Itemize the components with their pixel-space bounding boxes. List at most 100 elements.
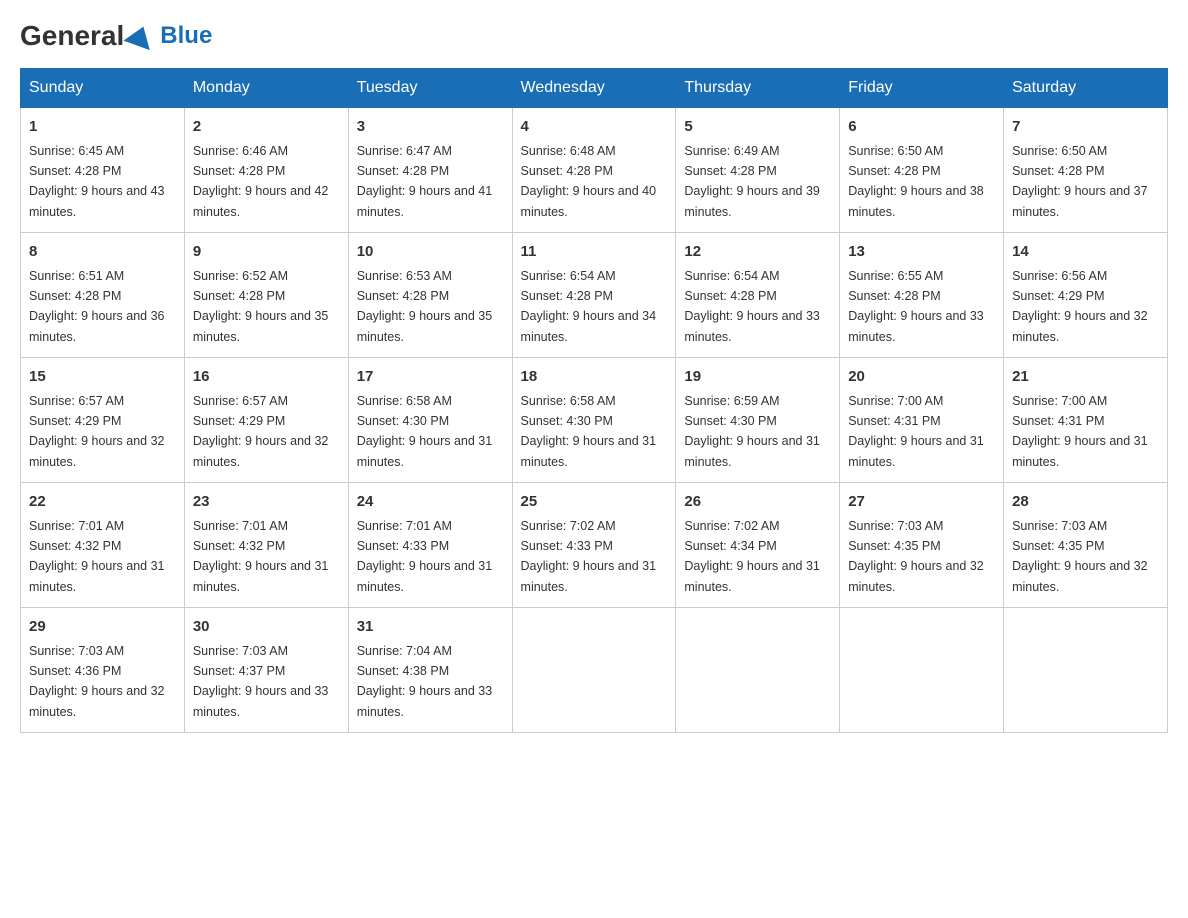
day-info: Sunrise: 6:46 AMSunset: 4:28 PMDaylight:… bbox=[193, 144, 329, 219]
day-number: 12 bbox=[684, 241, 831, 264]
day-info: Sunrise: 6:45 AMSunset: 4:28 PMDaylight:… bbox=[29, 144, 165, 219]
logo-blue-text: Blue bbox=[160, 22, 212, 50]
calendar-cell: 15 Sunrise: 6:57 AMSunset: 4:29 PMDayligh… bbox=[21, 358, 185, 483]
day-info: Sunrise: 6:52 AMSunset: 4:28 PMDaylight:… bbox=[193, 269, 329, 344]
day-info: Sunrise: 6:54 AMSunset: 4:28 PMDaylight:… bbox=[521, 269, 657, 344]
day-number: 3 bbox=[357, 116, 504, 139]
calendar-week-row: 8 Sunrise: 6:51 AMSunset: 4:28 PMDaylight… bbox=[21, 233, 1168, 358]
day-number: 27 bbox=[848, 491, 995, 514]
calendar-cell: 17 Sunrise: 6:58 AMSunset: 4:30 PMDayligh… bbox=[348, 358, 512, 483]
day-number: 5 bbox=[684, 116, 831, 139]
day-number: 20 bbox=[848, 366, 995, 389]
day-info: Sunrise: 7:04 AMSunset: 4:38 PMDaylight:… bbox=[357, 644, 493, 719]
calendar-cell bbox=[676, 608, 840, 733]
day-info: Sunrise: 7:02 AMSunset: 4:34 PMDaylight:… bbox=[684, 519, 820, 594]
day-number: 18 bbox=[521, 366, 668, 389]
calendar-cell: 29Sunrise: 7:03 AMSunset: 4:36 PMDayligh… bbox=[21, 608, 185, 733]
day-info: Sunrise: 7:03 AMSunset: 4:35 PMDaylight:… bbox=[1012, 519, 1148, 594]
column-header-monday: Monday bbox=[184, 69, 348, 108]
day-number: 13 bbox=[848, 241, 995, 264]
calendar-table: SundayMondayTuesdayWednesdayThursdayFrid… bbox=[20, 68, 1168, 733]
day-info: Sunrise: 7:03 AMSunset: 4:35 PMDaylight:… bbox=[848, 519, 984, 594]
calendar-body: 1 Sunrise: 6:45 AMSunset: 4:28 PMDaylight… bbox=[21, 108, 1168, 733]
calendar-cell: 23 Sunrise: 7:01 AMSunset: 4:32 PMDayligh… bbox=[184, 483, 348, 608]
calendar-cell: 1 Sunrise: 6:45 AMSunset: 4:28 PMDaylight… bbox=[21, 108, 185, 233]
day-number: 28 bbox=[1012, 491, 1159, 514]
day-info: Sunrise: 6:57 AMSunset: 4:29 PMDaylight:… bbox=[193, 394, 329, 469]
day-number: 1 bbox=[29, 116, 176, 139]
calendar-cell: 5 Sunrise: 6:49 AMSunset: 4:28 PMDaylight… bbox=[676, 108, 840, 233]
day-info: Sunrise: 6:58 AMSunset: 4:30 PMDaylight:… bbox=[521, 394, 657, 469]
day-info: Sunrise: 6:59 AMSunset: 4:30 PMDaylight:… bbox=[684, 394, 820, 469]
day-info: Sunrise: 7:00 AMSunset: 4:31 PMDaylight:… bbox=[1012, 394, 1148, 469]
calendar-cell: 12 Sunrise: 6:54 AMSunset: 4:28 PMDayligh… bbox=[676, 233, 840, 358]
day-number: 19 bbox=[684, 366, 831, 389]
column-header-thursday: Thursday bbox=[676, 69, 840, 108]
calendar-week-row: 22 Sunrise: 7:01 AMSunset: 4:32 PMDayligh… bbox=[21, 483, 1168, 608]
day-number: 17 bbox=[357, 366, 504, 389]
column-header-saturday: Saturday bbox=[1004, 69, 1168, 108]
day-info: Sunrise: 6:58 AMSunset: 4:30 PMDaylight:… bbox=[357, 394, 493, 469]
logo: General Blue bbox=[20, 20, 212, 52]
calendar-header-row: SundayMondayTuesdayWednesdayThursdayFrid… bbox=[21, 69, 1168, 108]
calendar-cell: 2 Sunrise: 6:46 AMSunset: 4:28 PMDaylight… bbox=[184, 108, 348, 233]
calendar-week-row: 1 Sunrise: 6:45 AMSunset: 4:28 PMDaylight… bbox=[21, 108, 1168, 233]
day-number: 16 bbox=[193, 366, 340, 389]
calendar-cell: 6Sunrise: 6:50 AMSunset: 4:28 PMDaylight… bbox=[840, 108, 1004, 233]
calendar-cell: 3Sunrise: 6:47 AMSunset: 4:28 PMDaylight… bbox=[348, 108, 512, 233]
day-info: Sunrise: 6:55 AMSunset: 4:28 PMDaylight:… bbox=[848, 269, 984, 344]
calendar-week-row: 15 Sunrise: 6:57 AMSunset: 4:29 PMDayligh… bbox=[21, 358, 1168, 483]
day-number: 15 bbox=[29, 366, 176, 389]
calendar-cell: 26Sunrise: 7:02 AMSunset: 4:34 PMDayligh… bbox=[676, 483, 840, 608]
calendar-cell: 22 Sunrise: 7:01 AMSunset: 4:32 PMDayligh… bbox=[21, 483, 185, 608]
logo-general-text: General bbox=[20, 20, 124, 52]
calendar-cell: 24 Sunrise: 7:01 AMSunset: 4:33 PMDayligh… bbox=[348, 483, 512, 608]
day-info: Sunrise: 7:03 AMSunset: 4:37 PMDaylight:… bbox=[193, 644, 329, 719]
day-info: Sunrise: 7:01 AMSunset: 4:32 PMDaylight:… bbox=[193, 519, 329, 594]
calendar-cell: 18 Sunrise: 6:58 AMSunset: 4:30 PMDayligh… bbox=[512, 358, 676, 483]
calendar-cell: 9 Sunrise: 6:52 AMSunset: 4:28 PMDaylight… bbox=[184, 233, 348, 358]
day-info: Sunrise: 6:51 AMSunset: 4:28 PMDaylight:… bbox=[29, 269, 165, 344]
column-header-tuesday: Tuesday bbox=[348, 69, 512, 108]
day-number: 7 bbox=[1012, 116, 1159, 139]
day-info: Sunrise: 6:50 AMSunset: 4:28 PMDaylight:… bbox=[1012, 144, 1148, 219]
column-header-friday: Friday bbox=[840, 69, 1004, 108]
calendar-cell: 30 Sunrise: 7:03 AMSunset: 4:37 PMDayligh… bbox=[184, 608, 348, 733]
day-info: Sunrise: 6:56 AMSunset: 4:29 PMDaylight:… bbox=[1012, 269, 1148, 344]
calendar-cell: 14 Sunrise: 6:56 AMSunset: 4:29 PMDayligh… bbox=[1004, 233, 1168, 358]
day-number: 22 bbox=[29, 491, 176, 514]
calendar-cell: 13 Sunrise: 6:55 AMSunset: 4:28 PMDayligh… bbox=[840, 233, 1004, 358]
calendar-cell: 19 Sunrise: 6:59 AMSunset: 4:30 PMDayligh… bbox=[676, 358, 840, 483]
column-header-sunday: Sunday bbox=[21, 69, 185, 108]
day-number: 8 bbox=[29, 241, 176, 264]
day-number: 9 bbox=[193, 241, 340, 264]
calendar-cell: 20 Sunrise: 7:00 AMSunset: 4:31 PMDayligh… bbox=[840, 358, 1004, 483]
calendar-week-row: 29Sunrise: 7:03 AMSunset: 4:36 PMDayligh… bbox=[21, 608, 1168, 733]
calendar-cell bbox=[512, 608, 676, 733]
logo-triangle-icon bbox=[124, 22, 157, 50]
day-info: Sunrise: 7:00 AMSunset: 4:31 PMDaylight:… bbox=[848, 394, 984, 469]
day-number: 10 bbox=[357, 241, 504, 264]
day-info: Sunrise: 6:49 AMSunset: 4:28 PMDaylight:… bbox=[684, 144, 820, 219]
day-number: 2 bbox=[193, 116, 340, 139]
day-number: 23 bbox=[193, 491, 340, 514]
calendar-cell: 10Sunrise: 6:53 AMSunset: 4:28 PMDayligh… bbox=[348, 233, 512, 358]
day-info: Sunrise: 6:48 AMSunset: 4:28 PMDaylight:… bbox=[521, 144, 657, 219]
day-number: 25 bbox=[521, 491, 668, 514]
calendar-cell: 16 Sunrise: 6:57 AMSunset: 4:29 PMDayligh… bbox=[184, 358, 348, 483]
calendar-cell: 28 Sunrise: 7:03 AMSunset: 4:35 PMDayligh… bbox=[1004, 483, 1168, 608]
day-number: 24 bbox=[357, 491, 504, 514]
day-info: Sunrise: 6:57 AMSunset: 4:29 PMDaylight:… bbox=[29, 394, 165, 469]
calendar-cell: 4Sunrise: 6:48 AMSunset: 4:28 PMDaylight… bbox=[512, 108, 676, 233]
day-info: Sunrise: 7:01 AMSunset: 4:32 PMDaylight:… bbox=[29, 519, 165, 594]
calendar-cell bbox=[1004, 608, 1168, 733]
day-number: 30 bbox=[193, 616, 340, 639]
day-number: 31 bbox=[357, 616, 504, 639]
calendar-cell: 27 Sunrise: 7:03 AMSunset: 4:35 PMDayligh… bbox=[840, 483, 1004, 608]
calendar-cell: 8 Sunrise: 6:51 AMSunset: 4:28 PMDaylight… bbox=[21, 233, 185, 358]
day-number: 14 bbox=[1012, 241, 1159, 264]
day-info: Sunrise: 6:54 AMSunset: 4:28 PMDaylight:… bbox=[684, 269, 820, 344]
day-info: Sunrise: 6:50 AMSunset: 4:28 PMDaylight:… bbox=[848, 144, 984, 219]
column-header-wednesday: Wednesday bbox=[512, 69, 676, 108]
day-info: Sunrise: 7:01 AMSunset: 4:33 PMDaylight:… bbox=[357, 519, 493, 594]
